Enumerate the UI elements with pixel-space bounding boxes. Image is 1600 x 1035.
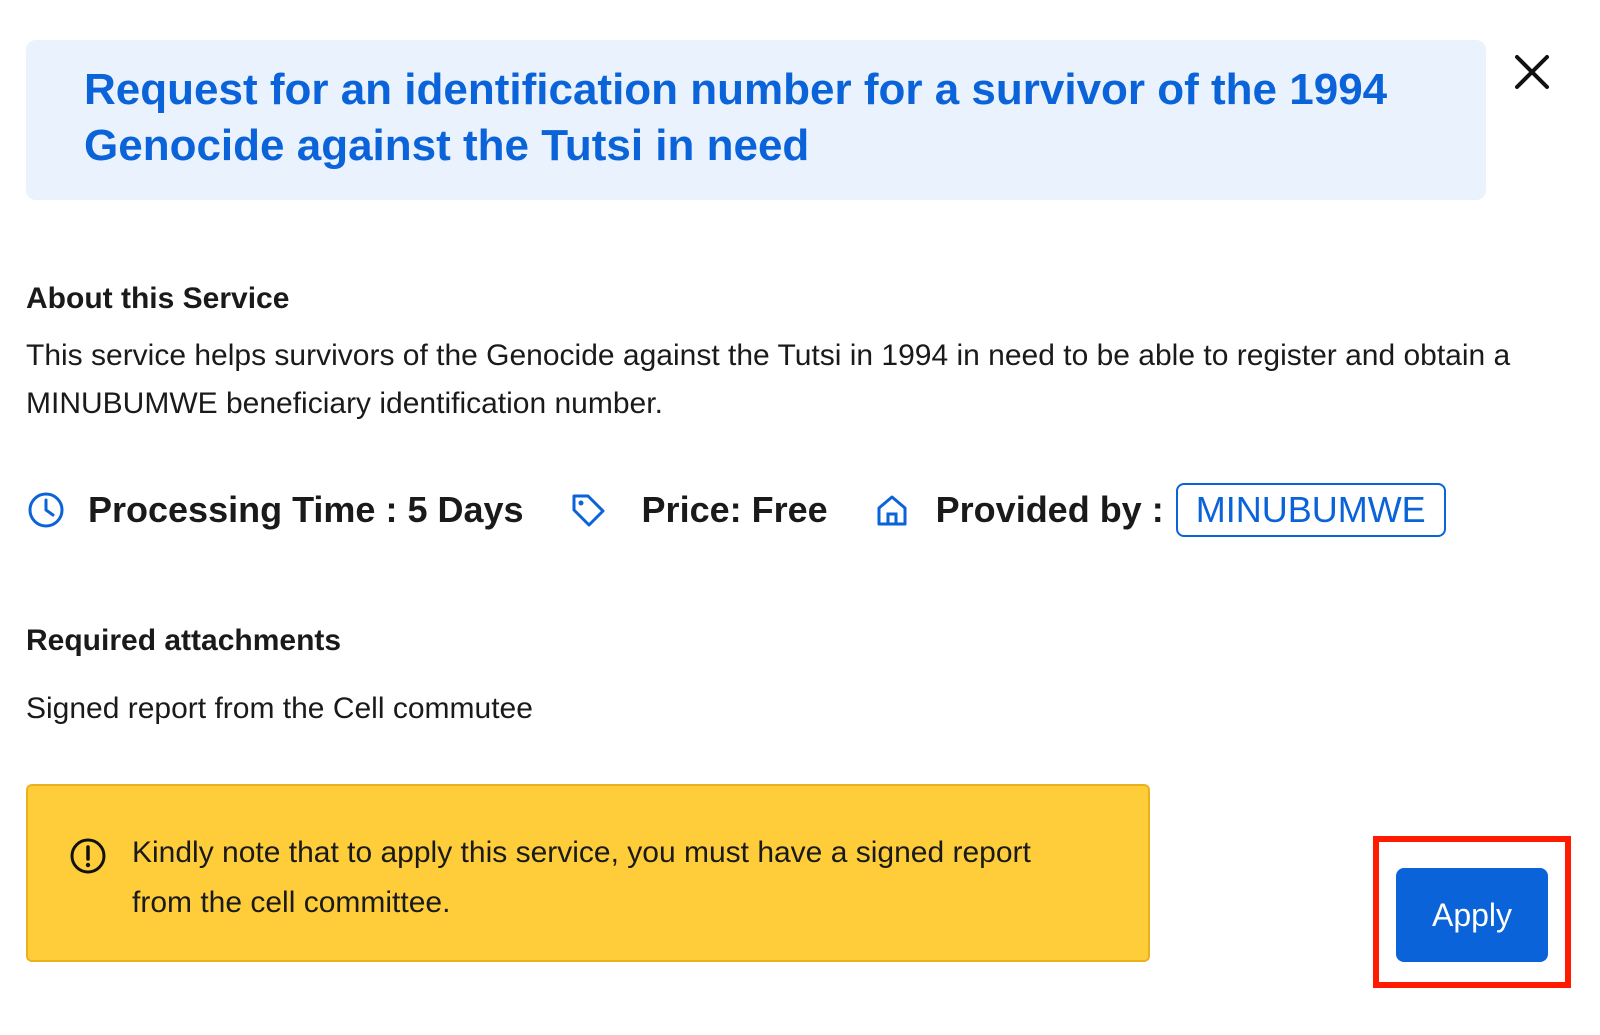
close-icon [1515,55,1549,89]
processing-time: Processing Time : 5 Days [88,489,524,530]
info-circle-icon [70,838,106,874]
attachment-item: Signed report from the Cell commutee [26,692,533,725]
home-icon [877,495,907,526]
page-title: Request for an identification number for… [84,65,1388,170]
service-modal: Request for an identification number for… [0,0,1600,1035]
about-heading: About this Service [26,282,290,315]
tag-icon [572,494,605,527]
attachments-heading: Required attachments [26,624,342,657]
provider-badge[interactable]: MINUBUMWE [1175,483,1446,537]
notice-banner: Kindly note that to apply this service, … [26,784,1150,962]
provided-by-label: Provided by : [935,489,1164,530]
about-description: This service helps survivors of the Geno… [26,339,1511,420]
price: Price: Free [641,489,828,530]
close-button[interactable] [1512,52,1552,92]
service-meta-row: Processing Time : 5 Days Price: Free Pro… [26,480,1446,540]
clock-icon [28,492,64,528]
notice-text: Kindly note that to apply this service, … [132,836,1031,919]
title-banner: Request for an identification number for… [26,40,1486,200]
apply-button[interactable]: Apply [1396,868,1548,962]
